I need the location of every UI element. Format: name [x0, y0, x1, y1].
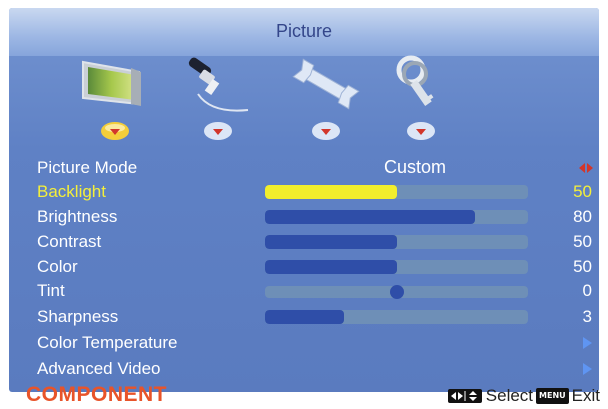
color-label: Color	[37, 257, 78, 276]
navigation-keys-icon	[447, 389, 482, 403]
contrast-slider-fill	[265, 235, 397, 249]
sharpness-row[interactable]: Sharpness 3	[9, 304, 599, 329]
lock-tab-indicator	[407, 122, 435, 140]
input-source-label: COMPONENT	[26, 383, 167, 406]
color-slider[interactable]	[265, 260, 528, 274]
footer-hint: Select MENU Exit	[447, 385, 600, 407]
backlight-slider-fill	[265, 185, 397, 199]
color-temperature-label: Color Temperature	[37, 333, 178, 352]
setup-wrench-icon	[292, 58, 360, 110]
color-slider-fill	[265, 260, 397, 274]
lock-tab[interactable]	[381, 54, 461, 144]
sharpness-slider[interactable]	[265, 310, 528, 324]
select-label: Select	[485, 386, 534, 405]
sharpness-label: Sharpness	[37, 307, 119, 326]
picture-tab-indicator	[101, 122, 129, 140]
tint-row[interactable]: Tint 0	[9, 278, 599, 303]
color-temperature-row[interactable]: Color Temperature	[9, 330, 599, 355]
advanced-video-label: Advanced Video	[37, 359, 161, 378]
backlight-slider[interactable]	[265, 185, 528, 199]
audio-tab-indicator	[204, 122, 232, 140]
color-value: 50	[573, 257, 592, 276]
color-row[interactable]: Color 50	[9, 254, 599, 279]
advanced-video-row[interactable]: Advanced Video	[9, 356, 599, 381]
tint-slider[interactable]	[265, 285, 528, 299]
audio-cable-icon	[188, 57, 249, 112]
sharpness-value: 3	[582, 307, 592, 326]
setup-tab[interactable]	[286, 54, 366, 144]
contrast-label: Contrast	[37, 232, 102, 251]
contrast-value: 50	[573, 232, 592, 251]
brightness-row[interactable]: Brightness 80	[9, 204, 599, 229]
picture-monitor-icon	[82, 60, 141, 106]
audio-tab[interactable]	[178, 54, 258, 144]
backlight-label: Backlight	[37, 182, 106, 201]
picture-mode-label: Picture Mode	[37, 158, 138, 177]
tint-value: 0	[582, 281, 592, 300]
menu-key-icon: MENU	[536, 388, 569, 404]
sharpness-slider-fill	[265, 310, 344, 324]
tint-slider-knob	[389, 285, 404, 299]
contrast-slider[interactable]	[265, 235, 528, 249]
brightness-slider-fill	[265, 210, 476, 224]
brightness-slider[interactable]	[265, 210, 528, 224]
chevron-right-icon	[583, 337, 592, 349]
setup-tab-indicator	[312, 122, 340, 140]
title-bar: Picture	[9, 8, 599, 56]
contrast-row[interactable]: Contrast 50	[9, 229, 599, 254]
menu-icons-row	[9, 54, 599, 148]
brightness-label: Brightness	[37, 207, 118, 226]
backlight-value: 50	[573, 182, 592, 201]
tint-label: Tint	[37, 281, 65, 300]
picture-tab[interactable]	[75, 54, 155, 144]
exit-label: Exit	[571, 386, 600, 405]
left-right-arrows-icon	[579, 163, 593, 173]
chevron-right-icon	[583, 363, 592, 375]
brightness-value: 80	[573, 207, 592, 226]
osd-menu: Picture Picture Mode Custom Backlight 50…	[9, 8, 599, 392]
picture-mode-value: Custom	[383, 157, 446, 177]
picture-mode-row[interactable]: Picture Mode Custom	[9, 155, 599, 180]
lock-key-icon	[396, 55, 434, 106]
backlight-row[interactable]: Backlight 50	[9, 179, 599, 204]
menu-title: Picture	[275, 21, 333, 41]
